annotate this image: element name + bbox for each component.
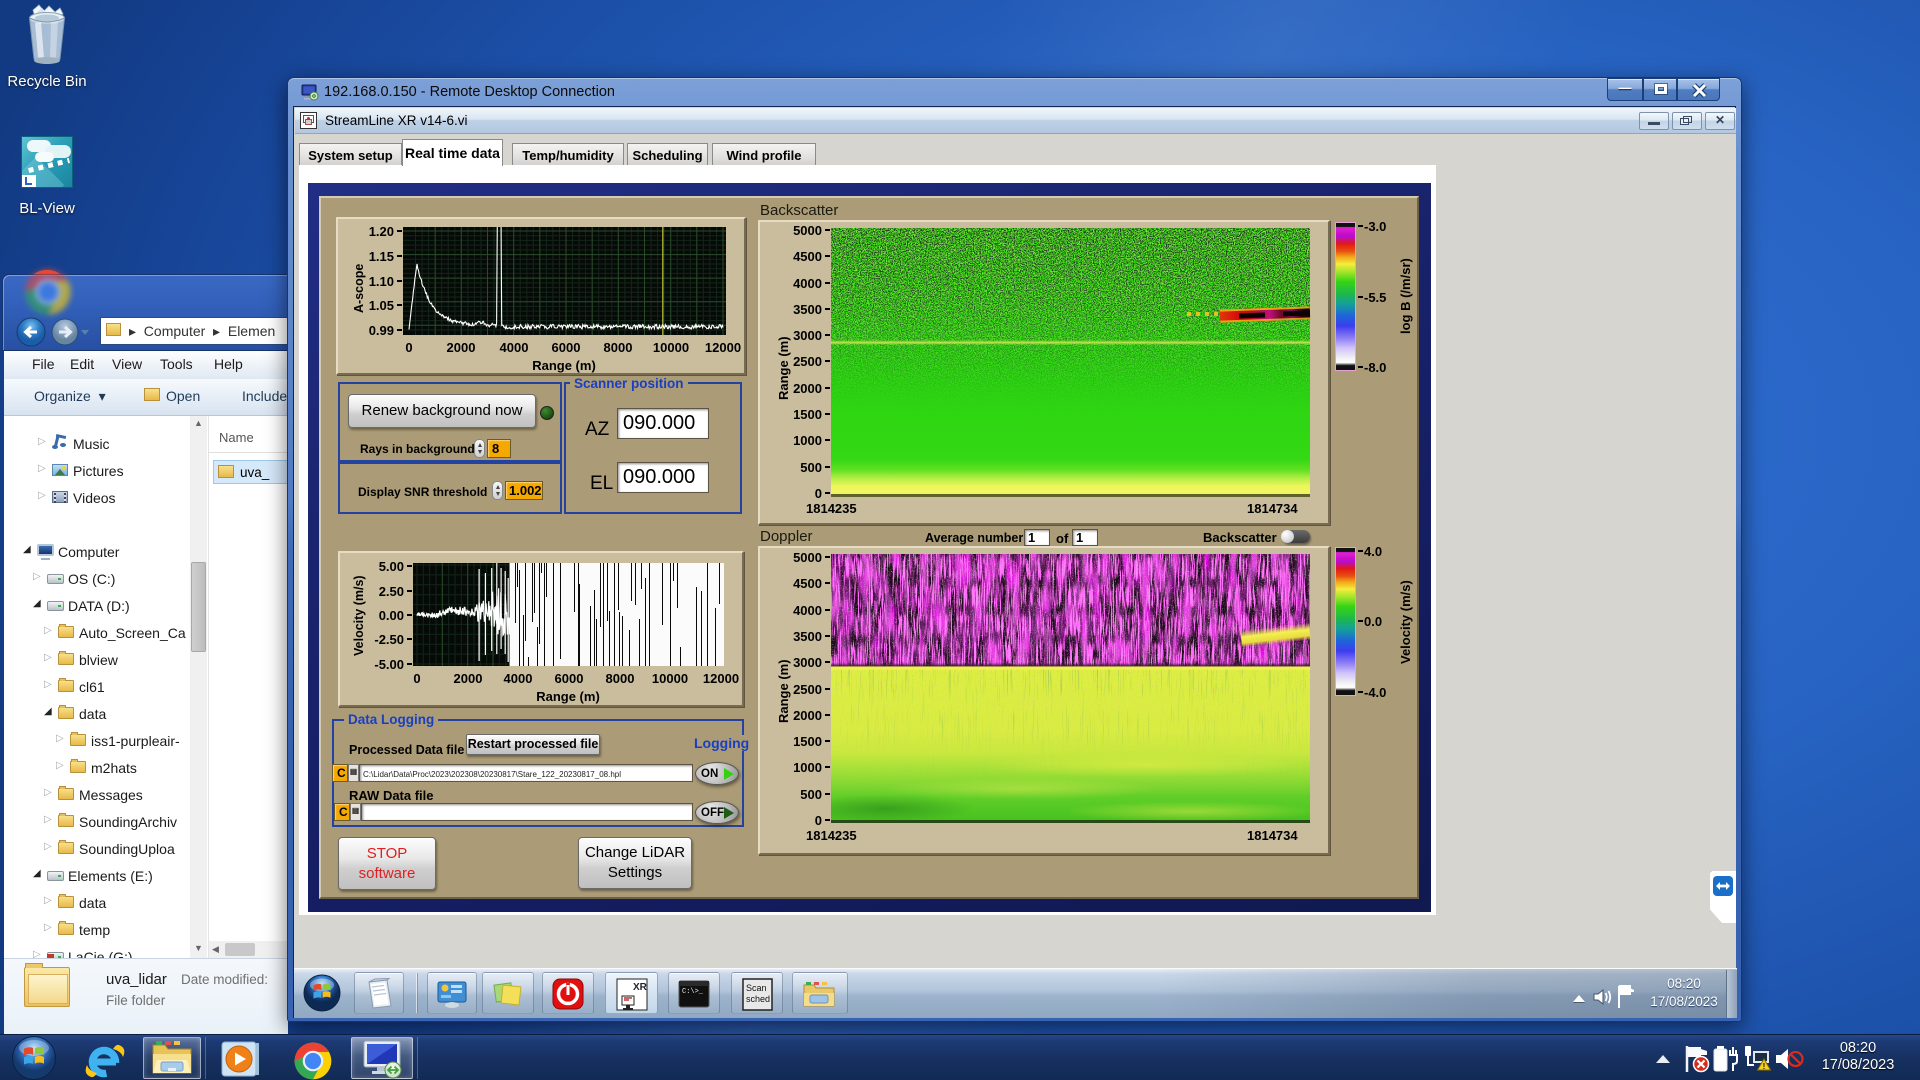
- svg-text:C:\>_: C:\>_: [682, 988, 704, 996]
- svg-text:Scan: Scan: [746, 983, 767, 993]
- svg-text:sched: sched: [746, 994, 770, 1004]
- svg-text:!: !: [1763, 1062, 1766, 1071]
- svg-text:XR: XR: [633, 982, 648, 993]
